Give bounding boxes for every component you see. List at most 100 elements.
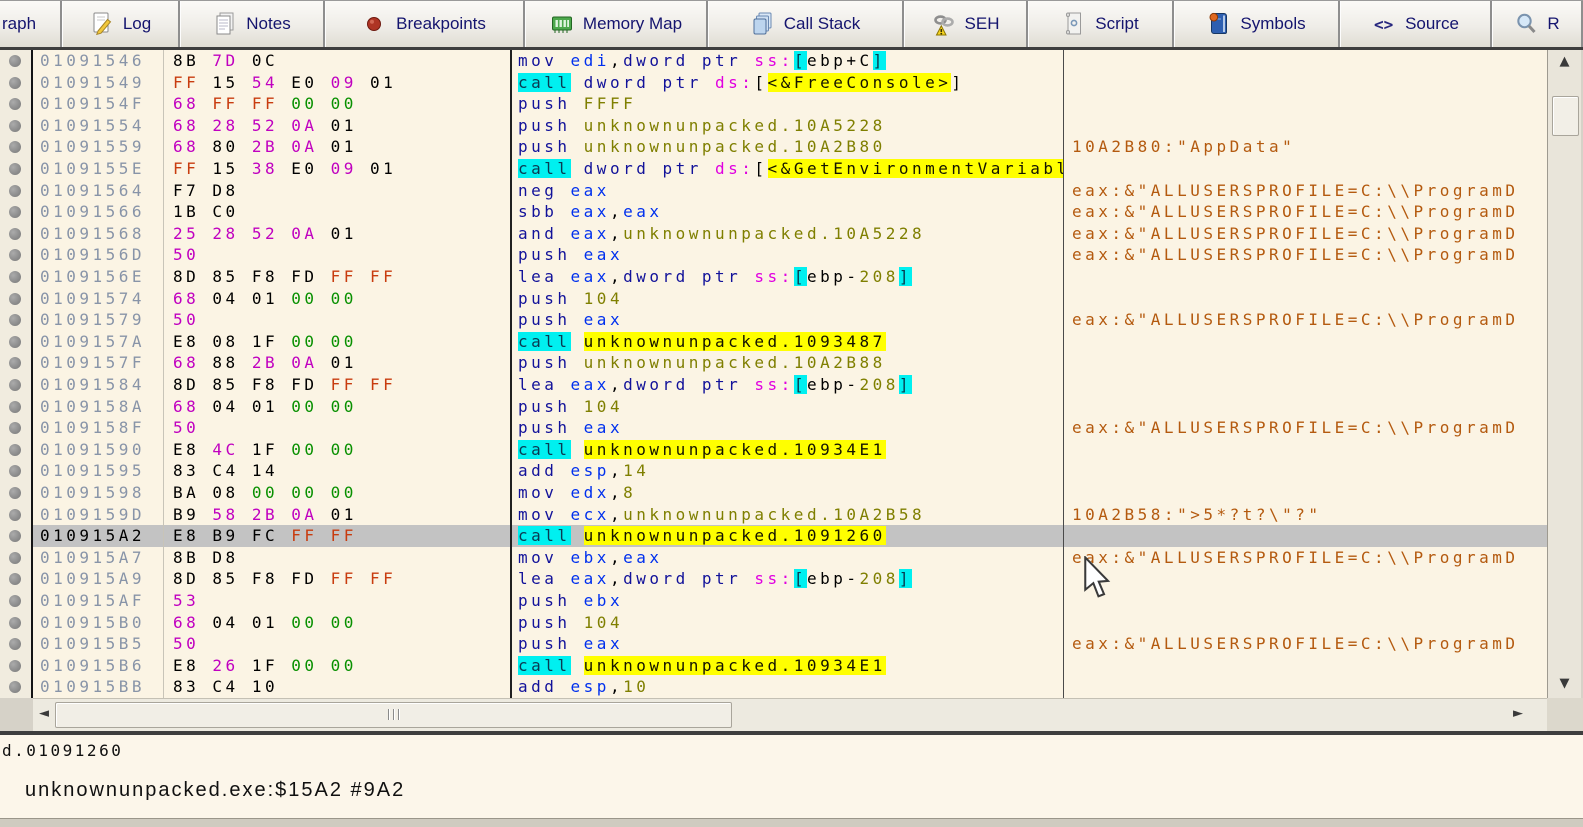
tab-references[interactable]: R xyxy=(1492,1,1583,47)
disasm-row[interactable]: 010915A98D 85 F8 FD FF FFlea eax,dword p… xyxy=(33,568,1547,590)
instruction-cell: and eax,unknownunpacked.10A5228 xyxy=(510,223,1063,245)
breakpoint-dot[interactable] xyxy=(9,595,21,607)
comment-cell xyxy=(1063,460,1547,482)
disasm-row[interactable]: 0109158F50push eaxeax:&"ALLUSERSPROFILE=… xyxy=(33,417,1547,439)
disasm-row[interactable]: 0109159DB9 58 2B 0A 01mov ecx,unknownunp… xyxy=(33,504,1547,526)
breakpoint-dot[interactable] xyxy=(9,357,21,369)
breakpoint-dot[interactable] xyxy=(9,163,21,175)
bytes-cell: 83 C4 10 xyxy=(163,676,510,698)
log-icon xyxy=(90,11,114,37)
disasm-row[interactable]: 0109157468 04 01 00 00push 104 xyxy=(33,288,1547,310)
tab-symbols[interactable]: Symbols xyxy=(1174,1,1340,47)
tab-script[interactable]: Script xyxy=(1028,1,1174,47)
breakpoint-dot[interactable] xyxy=(9,487,21,499)
tab-source[interactable]: <>Source xyxy=(1340,1,1492,47)
disasm-row[interactable]: 010915B550push eaxeax:&"ALLUSERSPROFILE=… xyxy=(33,633,1547,655)
breakpoint-dot[interactable] xyxy=(9,573,21,585)
disasm-row[interactable]: 010915AF53push ebx xyxy=(33,590,1547,612)
breakpoint-dot[interactable] xyxy=(9,660,21,672)
breakpoint-dot[interactable] xyxy=(9,552,21,564)
disasm-row[interactable]: 0109157AE8 08 1F 00 00call unknownunpack… xyxy=(33,331,1547,353)
disasm-row[interactable]: 010915848D 85 F8 FD FF FFlea eax,dword p… xyxy=(33,374,1547,396)
disasm-row[interactable]: 010915661B C0sbb eax,eaxeax:&"ALLUSERSPR… xyxy=(33,201,1547,223)
vertical-scrollbar[interactable]: ▲ ▼ xyxy=(1547,50,1581,698)
address-cell: 01091579 xyxy=(33,309,163,331)
breakpoint-dot[interactable] xyxy=(9,141,21,153)
tab-memory-map[interactable]: Memory Map xyxy=(525,1,708,47)
disasm-row[interactable]: 0109155EFF 15 38 E0 09 01call dword ptr … xyxy=(33,158,1547,180)
disasm-row[interactable]: 0109155968 80 2B 0A 01push unknownunpack… xyxy=(33,136,1547,158)
breakpoint-dot[interactable] xyxy=(9,249,21,261)
breakpoint-dot[interactable] xyxy=(9,185,21,197)
tab-bar: raphLogNotesBreakpointsMemory MapCall St… xyxy=(0,0,1583,47)
scroll-down-button[interactable]: ▼ xyxy=(1548,676,1581,691)
horizontal-scrollbar[interactable]: ◄ ► xyxy=(33,698,1547,731)
breakpoint-dot[interactable] xyxy=(9,336,21,348)
breakpoint-gutter[interactable] xyxy=(0,50,31,698)
breakpoint-dot[interactable] xyxy=(9,293,21,305)
disasm-row[interactable]: 0109157950push eaxeax:&"ALLUSERSPROFILE=… xyxy=(33,309,1547,331)
disasm-row[interactable]: 0109154F68 FF FF 00 00push FFFF xyxy=(33,93,1547,115)
disasm-row[interactable]: 01091549FF 15 54 E0 09 01call dword ptr … xyxy=(33,72,1547,94)
breakpoint-dot[interactable] xyxy=(9,465,21,477)
breakpoint-dot[interactable] xyxy=(9,120,21,132)
bytes-cell: FF 15 38 E0 09 01 xyxy=(163,158,510,180)
instruction-cell: lea eax,dword ptr ss:[ebp-208] xyxy=(510,266,1063,288)
instruction-cell: push 104 xyxy=(510,396,1063,418)
scroll-left-button[interactable]: ◄ xyxy=(39,706,49,721)
disasm-row-selected[interactable]: 010915A2E8 B9 FC FF FFcall unknownunpack… xyxy=(33,525,1547,547)
disasm-row[interactable]: 01091598BA 08 00 00 00mov edx,8 xyxy=(33,482,1547,504)
breakpoint-dot[interactable] xyxy=(9,228,21,240)
address-cell: 01091554 xyxy=(33,115,163,137)
disasm-row[interactable]: 010915BB83 C4 10add esp,10 xyxy=(33,676,1547,698)
tab-notes[interactable]: Notes xyxy=(180,1,325,47)
comment-cell xyxy=(1063,590,1547,612)
notes-icon xyxy=(213,11,237,37)
disasm-row[interactable]: 010915A78B D8mov ebx,eaxeax:&"ALLUSERSPR… xyxy=(33,547,1547,569)
disasm-row[interactable]: 0109155468 28 52 0A 01push unknownunpack… xyxy=(33,115,1547,137)
breakpoint-dot[interactable] xyxy=(9,638,21,650)
breakpoint-dot[interactable] xyxy=(9,422,21,434)
tab-seh[interactable]: SEH xyxy=(904,1,1028,47)
comment-cell: eax:&"ALLUSERSPROFILE=C:\\ProgramD xyxy=(1063,244,1547,266)
breakpoint-dot[interactable] xyxy=(9,681,21,693)
disasm-row[interactable]: 01091590E8 4C 1F 00 00call unknownunpack… xyxy=(33,439,1547,461)
instruction-cell: add esp,14 xyxy=(510,460,1063,482)
breakpoint-dot[interactable] xyxy=(9,206,21,218)
bytes-cell: 68 04 01 00 00 xyxy=(163,396,510,418)
disasm-row[interactable]: 010915468B 7D 0Cmov edi,dword ptr ss:[eb… xyxy=(33,50,1547,72)
breakpoint-dot[interactable] xyxy=(9,444,21,456)
tab-log[interactable]: Log xyxy=(62,1,180,47)
horizontal-scroll-thumb[interactable] xyxy=(55,702,732,728)
disasm-row[interactable]: 0109157F68 88 2B 0A 01push unknownunpack… xyxy=(33,352,1547,374)
breakpoint-dot[interactable] xyxy=(9,617,21,629)
disasm-row[interactable]: 0109156E8D 85 F8 FD FF FFlea eax,dword p… xyxy=(33,266,1547,288)
breakpoint-dot[interactable] xyxy=(9,314,21,326)
breakpoint-dot[interactable] xyxy=(9,509,21,521)
tab-label: SEH xyxy=(965,14,1000,34)
tab-breakpoints[interactable]: Breakpoints xyxy=(325,1,525,47)
breakpoint-dot[interactable] xyxy=(9,77,21,89)
breakpoint-dot[interactable] xyxy=(9,98,21,110)
breakpoint-dot[interactable] xyxy=(9,55,21,67)
disasm-row[interactable]: 0109158A68 04 01 00 00push 104 xyxy=(33,396,1547,418)
scroll-right-button[interactable]: ► xyxy=(1513,706,1523,721)
disassembly-view[interactable]: 010915468B 7D 0Cmov edi,dword ptr ss:[eb… xyxy=(33,50,1547,698)
tab-graph[interactable]: raph xyxy=(0,1,62,47)
breakpoint-dot[interactable] xyxy=(9,401,21,413)
disasm-row[interactable]: 01091564F7 D8neg eaxeax:&"ALLUSERSPROFIL… xyxy=(33,180,1547,202)
disasm-row[interactable]: 010915B6E8 26 1F 00 00call unknownunpack… xyxy=(33,655,1547,677)
breakpoint-dot[interactable] xyxy=(9,379,21,391)
bytes-cell: F7 D8 xyxy=(163,180,510,202)
tab-call-stack[interactable]: Call Stack xyxy=(708,1,904,47)
breakpoint-dot[interactable] xyxy=(9,271,21,283)
memory-map-icon xyxy=(550,11,574,37)
disasm-row[interactable]: 0109156825 28 52 0A 01and eax,unknownunp… xyxy=(33,223,1547,245)
disasm-row[interactable]: 010915B068 04 01 00 00push 104 xyxy=(33,612,1547,634)
vertical-scroll-thumb[interactable] xyxy=(1552,96,1579,136)
disasm-row[interactable]: 0109156D50push eaxeax:&"ALLUSERSPROFILE=… xyxy=(33,244,1547,266)
disasm-row[interactable]: 0109159583 C4 14add esp,14 xyxy=(33,460,1547,482)
debugger-window: raphLogNotesBreakpointsMemory MapCall St… xyxy=(0,0,1583,827)
breakpoint-dot[interactable] xyxy=(9,530,21,542)
scroll-up-button[interactable]: ▲ xyxy=(1548,54,1581,69)
